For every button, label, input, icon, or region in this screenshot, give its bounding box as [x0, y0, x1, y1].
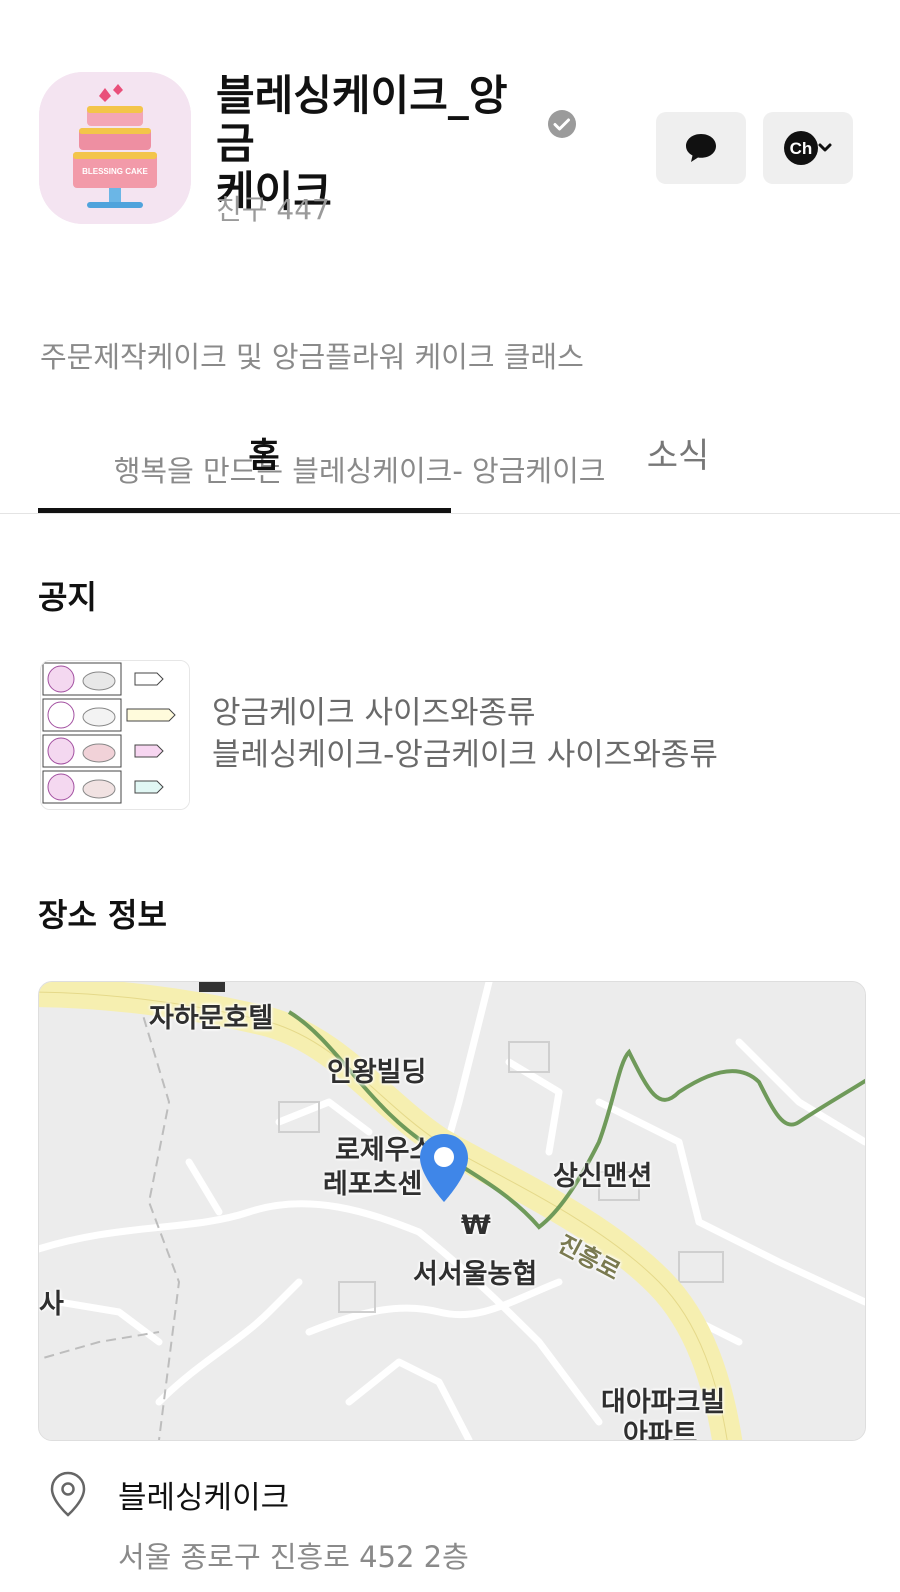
- chat-button[interactable]: [656, 112, 746, 184]
- map-label-rose2: 레포츠센: [323, 1169, 423, 1200]
- notice-thumbnail[interactable]: [40, 660, 190, 810]
- friends-count: 친구 447: [216, 193, 330, 226]
- cake-size-chart-image: [41, 661, 189, 809]
- tab-home[interactable]: 홈: [38, 430, 490, 510]
- logo-text: BLESSING CAKE: [82, 167, 148, 176]
- map-label-inwang: 인왕빌딩: [327, 1057, 427, 1088]
- tab-divider: [0, 513, 900, 514]
- place-address: 서울 종로구 진흥로 452 2층: [118, 1540, 469, 1574]
- map-label-sa: 사: [39, 1289, 64, 1320]
- description-line1: 주문제작케이크 및 앙금플라워 케이크 클래스: [40, 340, 584, 374]
- channel-menu-button[interactable]: Ch: [763, 112, 853, 184]
- notice-subtitle: 블레싱케이크-앙금케이크 사이즈와종류: [212, 737, 718, 773]
- place-section-title: 장소 정보: [38, 896, 167, 934]
- map-pin-icon: [420, 1134, 468, 1202]
- map-label-daea2: 아파트: [623, 1419, 698, 1441]
- place-name[interactable]: 블레싱케이크: [118, 1472, 289, 1517]
- channel-title-line1: 블레싱케이크_앙금: [216, 71, 508, 168]
- map-roads: [39, 982, 865, 1440]
- map-label-hotel: 자하문호텔: [149, 1003, 274, 1034]
- notice-section-title: 공지: [38, 578, 97, 616]
- location-map[interactable]: 자하문호텔 인왕빌딩 로제우스 레포츠센 상신맨션 진흥로 ₩ 서서울농협 사 …: [38, 981, 866, 1441]
- tab-news[interactable]: 소식: [452, 430, 900, 510]
- speech-bubble-icon: [686, 134, 716, 162]
- location-pin-icon: [50, 1471, 86, 1517]
- map-label-bank: 서서울농협: [413, 1259, 538, 1290]
- map-bank-icon: ₩: [461, 1210, 491, 1241]
- notice-title: 앙금케이크 사이즈와종류: [212, 695, 536, 731]
- notice-item[interactable]: 앙금케이크 사이즈와종류 블레싱케이크-앙금케이크 사이즈와종류: [212, 692, 718, 776]
- channel-profile-image[interactable]: BLESSING CAKE: [39, 72, 191, 224]
- map-label-sangsin: 상신맨션: [553, 1161, 653, 1192]
- verified-badge-icon: [548, 110, 576, 138]
- ch-dropdown-icon: Ch: [784, 131, 832, 165]
- cake-logo-icon: BLESSING CAKE: [39, 72, 191, 224]
- channel-label: Ch: [790, 139, 813, 158]
